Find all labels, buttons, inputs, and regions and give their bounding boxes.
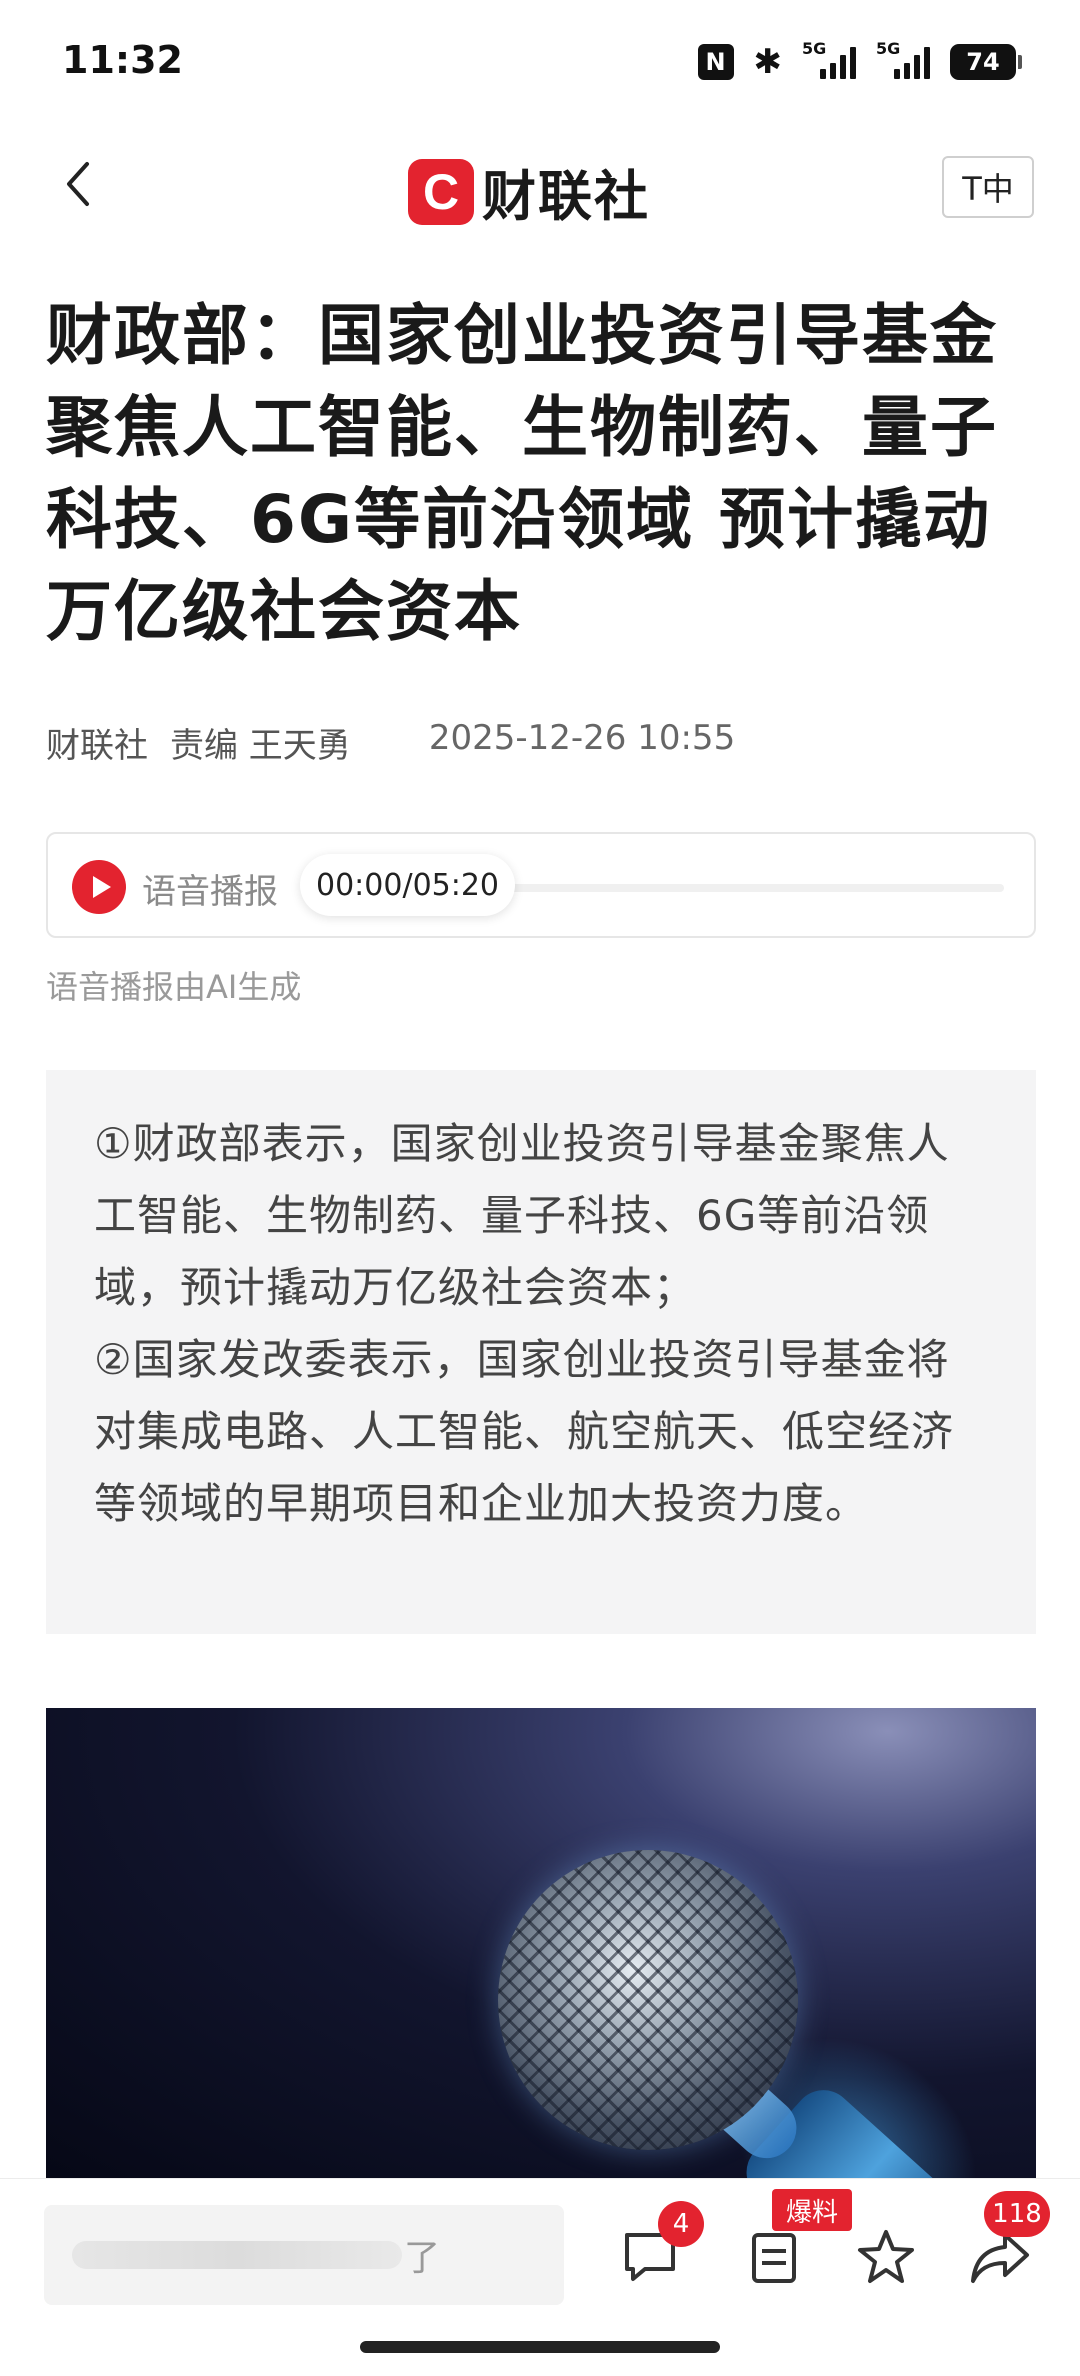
nfc-icon: N (697, 44, 734, 80)
article-image-microphone (46, 1708, 1036, 2178)
share-button[interactable]: 118 (968, 2191, 1050, 2289)
home-indicator[interactable] (360, 2341, 720, 2353)
status-bar: 11:32 N ✱ 5G 5G 74 (0, 0, 1080, 120)
play-icon[interactable] (72, 860, 126, 914)
battery-icon: 74 (950, 44, 1022, 80)
report-icon (752, 2233, 796, 2283)
article-title: 财政部：国家创业投资引导基金聚焦人工智能、生物制药、量子科技、6G等前沿领域 预… (46, 297, 998, 650)
status-time: 11:32 (62, 38, 183, 82)
back-button[interactable] (52, 156, 104, 212)
back-icon (67, 162, 89, 206)
comment-button[interactable]: 4 (618, 2201, 704, 2289)
article-source: 财联社 (46, 726, 148, 766)
font-size-button[interactable]: T中 (942, 156, 1034, 218)
brand-name: 财联社 (482, 165, 650, 228)
ai-note: 语音播报由AI生成 (46, 968, 302, 1006)
report-badge: 爆料 (772, 2189, 852, 2231)
share-count-badge: 118 (984, 2191, 1050, 2237)
share-icon (971, 2233, 1029, 2283)
article-meta: 财联社 责编 王天勇 2025-12-26 10:55 (46, 718, 735, 767)
article-date: 2025-12-26 10:55 (428, 718, 736, 758)
summary-box: ①财政部表示，国家创业投资引导基金聚焦人工智能、生物制药、量子科技、6G等前沿领… (46, 1070, 1036, 1634)
signal-icon: 5G (802, 39, 856, 79)
top-nav: C 财联社 T中 (0, 140, 1080, 230)
brand-logo: C 财联社 (408, 152, 650, 231)
comment-count-badge: 4 (658, 2201, 704, 2247)
brand-mark: C (408, 158, 474, 225)
favorite-button[interactable] (854, 2225, 918, 2289)
audio-player: 语音播报 00:00/05:20 (46, 832, 1036, 938)
comment-placeholder-tail: 了 (404, 2238, 441, 2279)
article-editor: 责编 王天勇 (170, 726, 351, 766)
audio-label: 语音播报 (142, 872, 278, 912)
audio-time-handle[interactable]: 00:00/05:20 (300, 854, 516, 916)
summary-item-2: ②国家发改委表示，国家创业投资引导基金将对集成电路、人工智能、航空航天、低空经济… (94, 1335, 955, 1528)
signal-icon-2: 5G (876, 39, 930, 79)
status-icons: N ✱ 5G 5G 74 (697, 39, 1022, 82)
bluetooth-icon: ✱ (753, 42, 783, 82)
comment-input[interactable]: 了 (44, 2205, 564, 2305)
report-button[interactable]: 爆料 (742, 2189, 852, 2289)
star-icon (858, 2230, 914, 2283)
summary-item-1: ①财政部表示，国家创业投资引导基金聚焦人工智能、生物制药、量子科技、6G等前沿领… (94, 1119, 950, 1312)
